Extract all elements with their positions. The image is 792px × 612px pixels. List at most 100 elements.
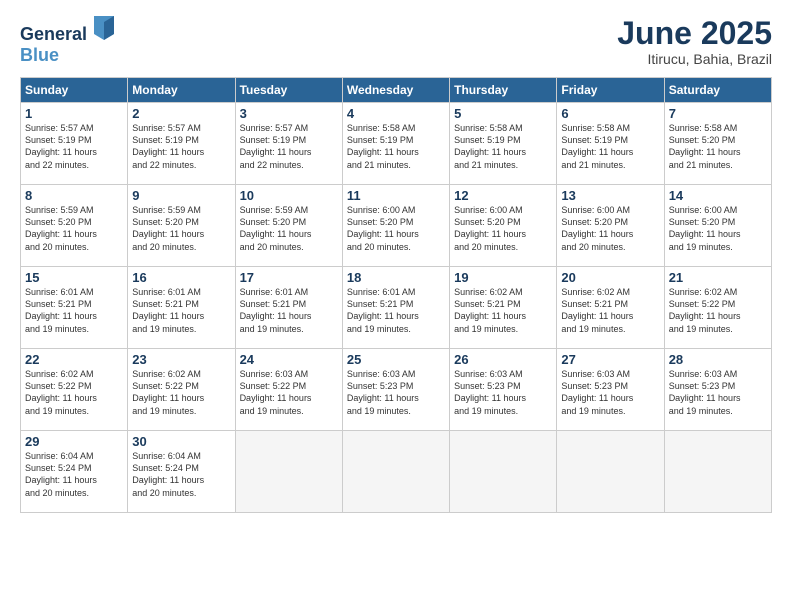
calendar-week-row: 8Sunrise: 5:59 AM Sunset: 5:20 PM Daylig… xyxy=(21,185,772,267)
day-number: 11 xyxy=(347,188,445,203)
month-title: June 2025 xyxy=(617,16,772,51)
calendar-cell: 4Sunrise: 5:58 AM Sunset: 5:19 PM Daylig… xyxy=(342,103,449,185)
calendar-cell: 1Sunrise: 5:57 AM Sunset: 5:19 PM Daylig… xyxy=(21,103,128,185)
calendar-week-row: 29Sunrise: 6:04 AM Sunset: 5:24 PM Dayli… xyxy=(21,431,772,513)
day-info: Sunrise: 6:01 AM Sunset: 5:21 PM Dayligh… xyxy=(347,286,445,335)
header: General Blue June 2025 Itirucu, Bahia, B… xyxy=(20,16,772,67)
day-number: 29 xyxy=(25,434,123,449)
day-number: 21 xyxy=(669,270,767,285)
day-number: 30 xyxy=(132,434,230,449)
calendar-cell: 16Sunrise: 6:01 AM Sunset: 5:21 PM Dayli… xyxy=(128,267,235,349)
calendar-cell: 3Sunrise: 5:57 AM Sunset: 5:19 PM Daylig… xyxy=(235,103,342,185)
calendar-week-row: 22Sunrise: 6:02 AM Sunset: 5:22 PM Dayli… xyxy=(21,349,772,431)
calendar-cell xyxy=(235,431,342,513)
day-number: 2 xyxy=(132,106,230,121)
header-thursday: Thursday xyxy=(450,78,557,103)
day-number: 3 xyxy=(240,106,338,121)
day-number: 16 xyxy=(132,270,230,285)
title-block: June 2025 Itirucu, Bahia, Brazil xyxy=(617,16,772,67)
day-info: Sunrise: 6:02 AM Sunset: 5:21 PM Dayligh… xyxy=(561,286,659,335)
calendar-cell: 15Sunrise: 6:01 AM Sunset: 5:21 PM Dayli… xyxy=(21,267,128,349)
calendar-cell xyxy=(342,431,449,513)
day-info: Sunrise: 5:59 AM Sunset: 5:20 PM Dayligh… xyxy=(132,204,230,253)
day-info: Sunrise: 6:00 AM Sunset: 5:20 PM Dayligh… xyxy=(669,204,767,253)
header-monday: Monday xyxy=(128,78,235,103)
calendar-cell: 11Sunrise: 6:00 AM Sunset: 5:20 PM Dayli… xyxy=(342,185,449,267)
day-info: Sunrise: 6:04 AM Sunset: 5:24 PM Dayligh… xyxy=(25,450,123,499)
calendar-cell: 13Sunrise: 6:00 AM Sunset: 5:20 PM Dayli… xyxy=(557,185,664,267)
day-number: 27 xyxy=(561,352,659,367)
calendar-cell: 28Sunrise: 6:03 AM Sunset: 5:23 PM Dayli… xyxy=(664,349,771,431)
day-number: 5 xyxy=(454,106,552,121)
calendar-cell: 8Sunrise: 5:59 AM Sunset: 5:20 PM Daylig… xyxy=(21,185,128,267)
calendar-table: Sunday Monday Tuesday Wednesday Thursday… xyxy=(20,77,772,513)
day-number: 1 xyxy=(25,106,123,121)
day-number: 9 xyxy=(132,188,230,203)
calendar-cell: 12Sunrise: 6:00 AM Sunset: 5:20 PM Dayli… xyxy=(450,185,557,267)
header-tuesday: Tuesday xyxy=(235,78,342,103)
calendar-cell: 25Sunrise: 6:03 AM Sunset: 5:23 PM Dayli… xyxy=(342,349,449,431)
day-number: 10 xyxy=(240,188,338,203)
calendar-cell: 19Sunrise: 6:02 AM Sunset: 5:21 PM Dayli… xyxy=(450,267,557,349)
day-info: Sunrise: 6:02 AM Sunset: 5:22 PM Dayligh… xyxy=(669,286,767,335)
logo-blue: Blue xyxy=(20,45,114,66)
day-number: 14 xyxy=(669,188,767,203)
day-info: Sunrise: 6:01 AM Sunset: 5:21 PM Dayligh… xyxy=(240,286,338,335)
weekday-header-row: Sunday Monday Tuesday Wednesday Thursday… xyxy=(21,78,772,103)
day-info: Sunrise: 6:01 AM Sunset: 5:21 PM Dayligh… xyxy=(132,286,230,335)
day-info: Sunrise: 5:58 AM Sunset: 5:19 PM Dayligh… xyxy=(454,122,552,171)
day-info: Sunrise: 6:02 AM Sunset: 5:21 PM Dayligh… xyxy=(454,286,552,335)
day-info: Sunrise: 5:57 AM Sunset: 5:19 PM Dayligh… xyxy=(132,122,230,171)
logo-text: General xyxy=(20,16,114,45)
day-info: Sunrise: 5:57 AM Sunset: 5:19 PM Dayligh… xyxy=(25,122,123,171)
day-info: Sunrise: 6:02 AM Sunset: 5:22 PM Dayligh… xyxy=(132,368,230,417)
calendar-cell: 24Sunrise: 6:03 AM Sunset: 5:22 PM Dayli… xyxy=(235,349,342,431)
day-number: 13 xyxy=(561,188,659,203)
day-number: 20 xyxy=(561,270,659,285)
day-info: Sunrise: 5:59 AM Sunset: 5:20 PM Dayligh… xyxy=(240,204,338,253)
day-number: 28 xyxy=(669,352,767,367)
calendar-cell: 21Sunrise: 6:02 AM Sunset: 5:22 PM Dayli… xyxy=(664,267,771,349)
day-number: 24 xyxy=(240,352,338,367)
header-sunday: Sunday xyxy=(21,78,128,103)
day-info: Sunrise: 6:03 AM Sunset: 5:23 PM Dayligh… xyxy=(561,368,659,417)
calendar-cell: 7Sunrise: 5:58 AM Sunset: 5:20 PM Daylig… xyxy=(664,103,771,185)
calendar-cell: 5Sunrise: 5:58 AM Sunset: 5:19 PM Daylig… xyxy=(450,103,557,185)
calendar-cell: 30Sunrise: 6:04 AM Sunset: 5:24 PM Dayli… xyxy=(128,431,235,513)
day-number: 25 xyxy=(347,352,445,367)
day-info: Sunrise: 6:00 AM Sunset: 5:20 PM Dayligh… xyxy=(561,204,659,253)
calendar-cell: 18Sunrise: 6:01 AM Sunset: 5:21 PM Dayli… xyxy=(342,267,449,349)
day-number: 19 xyxy=(454,270,552,285)
calendar-cell: 20Sunrise: 6:02 AM Sunset: 5:21 PM Dayli… xyxy=(557,267,664,349)
calendar-cell: 22Sunrise: 6:02 AM Sunset: 5:22 PM Dayli… xyxy=(21,349,128,431)
header-saturday: Saturday xyxy=(664,78,771,103)
day-info: Sunrise: 5:58 AM Sunset: 5:20 PM Dayligh… xyxy=(669,122,767,171)
day-number: 12 xyxy=(454,188,552,203)
day-info: Sunrise: 5:58 AM Sunset: 5:19 PM Dayligh… xyxy=(561,122,659,171)
day-info: Sunrise: 5:59 AM Sunset: 5:20 PM Dayligh… xyxy=(25,204,123,253)
calendar-cell: 10Sunrise: 5:59 AM Sunset: 5:20 PM Dayli… xyxy=(235,185,342,267)
day-number: 4 xyxy=(347,106,445,121)
day-number: 17 xyxy=(240,270,338,285)
calendar-cell xyxy=(450,431,557,513)
day-info: Sunrise: 6:04 AM Sunset: 5:24 PM Dayligh… xyxy=(132,450,230,499)
calendar-cell xyxy=(557,431,664,513)
calendar-cell: 14Sunrise: 6:00 AM Sunset: 5:20 PM Dayli… xyxy=(664,185,771,267)
day-info: Sunrise: 6:00 AM Sunset: 5:20 PM Dayligh… xyxy=(454,204,552,253)
day-number: 23 xyxy=(132,352,230,367)
calendar-page: General Blue June 2025 Itirucu, Bahia, B… xyxy=(0,0,792,612)
calendar-week-row: 1Sunrise: 5:57 AM Sunset: 5:19 PM Daylig… xyxy=(21,103,772,185)
calendar-cell: 17Sunrise: 6:01 AM Sunset: 5:21 PM Dayli… xyxy=(235,267,342,349)
calendar-week-row: 15Sunrise: 6:01 AM Sunset: 5:21 PM Dayli… xyxy=(21,267,772,349)
day-info: Sunrise: 6:03 AM Sunset: 5:23 PM Dayligh… xyxy=(347,368,445,417)
day-number: 6 xyxy=(561,106,659,121)
day-info: Sunrise: 6:03 AM Sunset: 5:23 PM Dayligh… xyxy=(669,368,767,417)
day-number: 18 xyxy=(347,270,445,285)
day-number: 7 xyxy=(669,106,767,121)
day-info: Sunrise: 6:02 AM Sunset: 5:22 PM Dayligh… xyxy=(25,368,123,417)
day-number: 22 xyxy=(25,352,123,367)
day-number: 26 xyxy=(454,352,552,367)
calendar-cell xyxy=(664,431,771,513)
day-info: Sunrise: 6:03 AM Sunset: 5:22 PM Dayligh… xyxy=(240,368,338,417)
calendar-cell: 29Sunrise: 6:04 AM Sunset: 5:24 PM Dayli… xyxy=(21,431,128,513)
